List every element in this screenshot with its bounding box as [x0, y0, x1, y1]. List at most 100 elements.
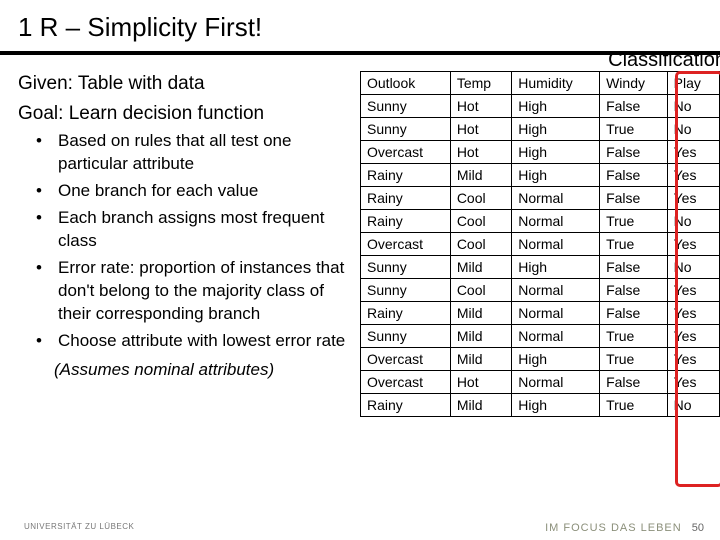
table-cell: Rainy [361, 164, 451, 187]
table-cell: Cool [450, 187, 511, 210]
table-row: SunnyCoolNormalFalseYes [361, 279, 720, 302]
table-cell: Overcast [361, 141, 451, 164]
table-cell: High [512, 394, 600, 417]
intro-goal: Goal: Learn decision function [18, 101, 354, 127]
table-row: SunnyHotHighFalseNo [361, 95, 720, 118]
table-cell: Normal [512, 187, 600, 210]
table-cell: Yes [667, 348, 719, 371]
table-cell: Rainy [361, 210, 451, 233]
col-header: Temp [450, 72, 511, 95]
table-cell: True [600, 325, 668, 348]
table-row: RainyMildNormalFalseYes [361, 302, 720, 325]
table-cell: Yes [667, 279, 719, 302]
table-cell: No [667, 256, 719, 279]
col-header: Play [667, 72, 719, 95]
table-cell: False [600, 371, 668, 394]
table-cell: True [600, 394, 668, 417]
table-cell: Yes [667, 141, 719, 164]
table-cell: High [512, 118, 600, 141]
table-cell: False [600, 141, 668, 164]
table-cell: Hot [450, 118, 511, 141]
table-cell: Normal [512, 233, 600, 256]
table-cell: Yes [667, 371, 719, 394]
table-cell: False [600, 279, 668, 302]
table-cell: Mild [450, 302, 511, 325]
bullet-item: Based on rules that all test one particu… [46, 130, 354, 176]
table-cell: Sunny [361, 118, 451, 141]
table-cell: Rainy [361, 302, 451, 325]
table-cell: Yes [667, 302, 719, 325]
bullet-item: Error rate: proportion of instances that… [46, 257, 354, 326]
page-number: 50 [692, 522, 704, 534]
table-row: OvercastCoolNormalTrueYes [361, 233, 720, 256]
table-body: SunnyHotHighFalseNoSunnyHotHighTrueNoOve… [361, 95, 720, 417]
table-cell: False [600, 164, 668, 187]
table-cell: Hot [450, 141, 511, 164]
table-cell: Rainy [361, 187, 451, 210]
table-cell: Mild [450, 164, 511, 187]
table-cell: High [512, 164, 600, 187]
table-cell: Cool [450, 210, 511, 233]
table-row: SunnyMildNormalTrueYes [361, 325, 720, 348]
table-row: RainyCoolNormalTrueNo [361, 210, 720, 233]
table-cell: Sunny [361, 325, 451, 348]
table-row: OvercastHotNormalFalseYes [361, 371, 720, 394]
table-cell: No [667, 210, 719, 233]
table-cell: High [512, 256, 600, 279]
table-cell: Yes [667, 325, 719, 348]
table-cell: Yes [667, 187, 719, 210]
table-cell: True [600, 233, 668, 256]
table-cell: True [600, 210, 668, 233]
bullet-item: One branch for each value [46, 180, 354, 203]
slide-title: 1 R – Simplicity First! [0, 0, 720, 51]
col-header: Windy [600, 72, 668, 95]
table-cell: Sunny [361, 95, 451, 118]
table-row: OvercastHotHighFalseYes [361, 141, 720, 164]
table-cell: True [600, 348, 668, 371]
table-row: SunnyMildHighFalseNo [361, 256, 720, 279]
table-cell: Normal [512, 302, 600, 325]
table-cell: False [600, 187, 668, 210]
table-cell: Mild [450, 256, 511, 279]
table-cell: Mild [450, 325, 511, 348]
table-row: RainyMildHighFalseYes [361, 164, 720, 187]
table-cell: Normal [512, 325, 600, 348]
slide: 1 R – Simplicity First! Given: Table wit… [0, 0, 720, 540]
table-cell: Yes [667, 233, 719, 256]
table-cell: Sunny [361, 256, 451, 279]
assumes-note: (Assumes nominal attributes) [54, 359, 354, 382]
bullet-item: Each branch assigns most frequent class [46, 207, 354, 253]
table-cell: No [667, 95, 719, 118]
table-cell: Yes [667, 164, 719, 187]
bullet-list: Based on rules that all test one particu… [18, 130, 354, 352]
intro-given: Given: Table with data [18, 71, 354, 97]
table-cell: No [667, 394, 719, 417]
table-cell: Normal [512, 279, 600, 302]
table-cell: Mild [450, 394, 511, 417]
table-cell: False [600, 302, 668, 325]
university-label: UNIVERSITÄT ZU LÜBECK [24, 523, 134, 532]
table-cell: True [600, 118, 668, 141]
table-cell: Overcast [361, 371, 451, 394]
right-column: Classification Outlook Temp Humidity Win… [360, 71, 720, 417]
data-table: Outlook Temp Humidity Windy Play SunnyHo… [360, 71, 720, 417]
table-cell: Overcast [361, 348, 451, 371]
table-cell: Hot [450, 95, 511, 118]
classification-label: Classification [608, 49, 720, 72]
col-header: Humidity [512, 72, 600, 95]
table-row: OvercastMildHighTrueYes [361, 348, 720, 371]
table-row: SunnyHotHighTrueNo [361, 118, 720, 141]
table-cell: Cool [450, 233, 511, 256]
col-header: Outlook [361, 72, 451, 95]
table-cell: Cool [450, 279, 511, 302]
table-cell: High [512, 95, 600, 118]
table-cell: Overcast [361, 233, 451, 256]
footer: IM FOCUS DAS LEBEN 50 [545, 522, 704, 534]
table-cell: Normal [512, 210, 600, 233]
table-cell: High [512, 348, 600, 371]
footer-text: IM FOCUS DAS LEBEN [545, 522, 682, 534]
table-cell: High [512, 141, 600, 164]
intro-block: Given: Table with data Goal: Learn decis… [18, 71, 354, 126]
table-header-row: Outlook Temp Humidity Windy Play [361, 72, 720, 95]
table-cell: False [600, 95, 668, 118]
